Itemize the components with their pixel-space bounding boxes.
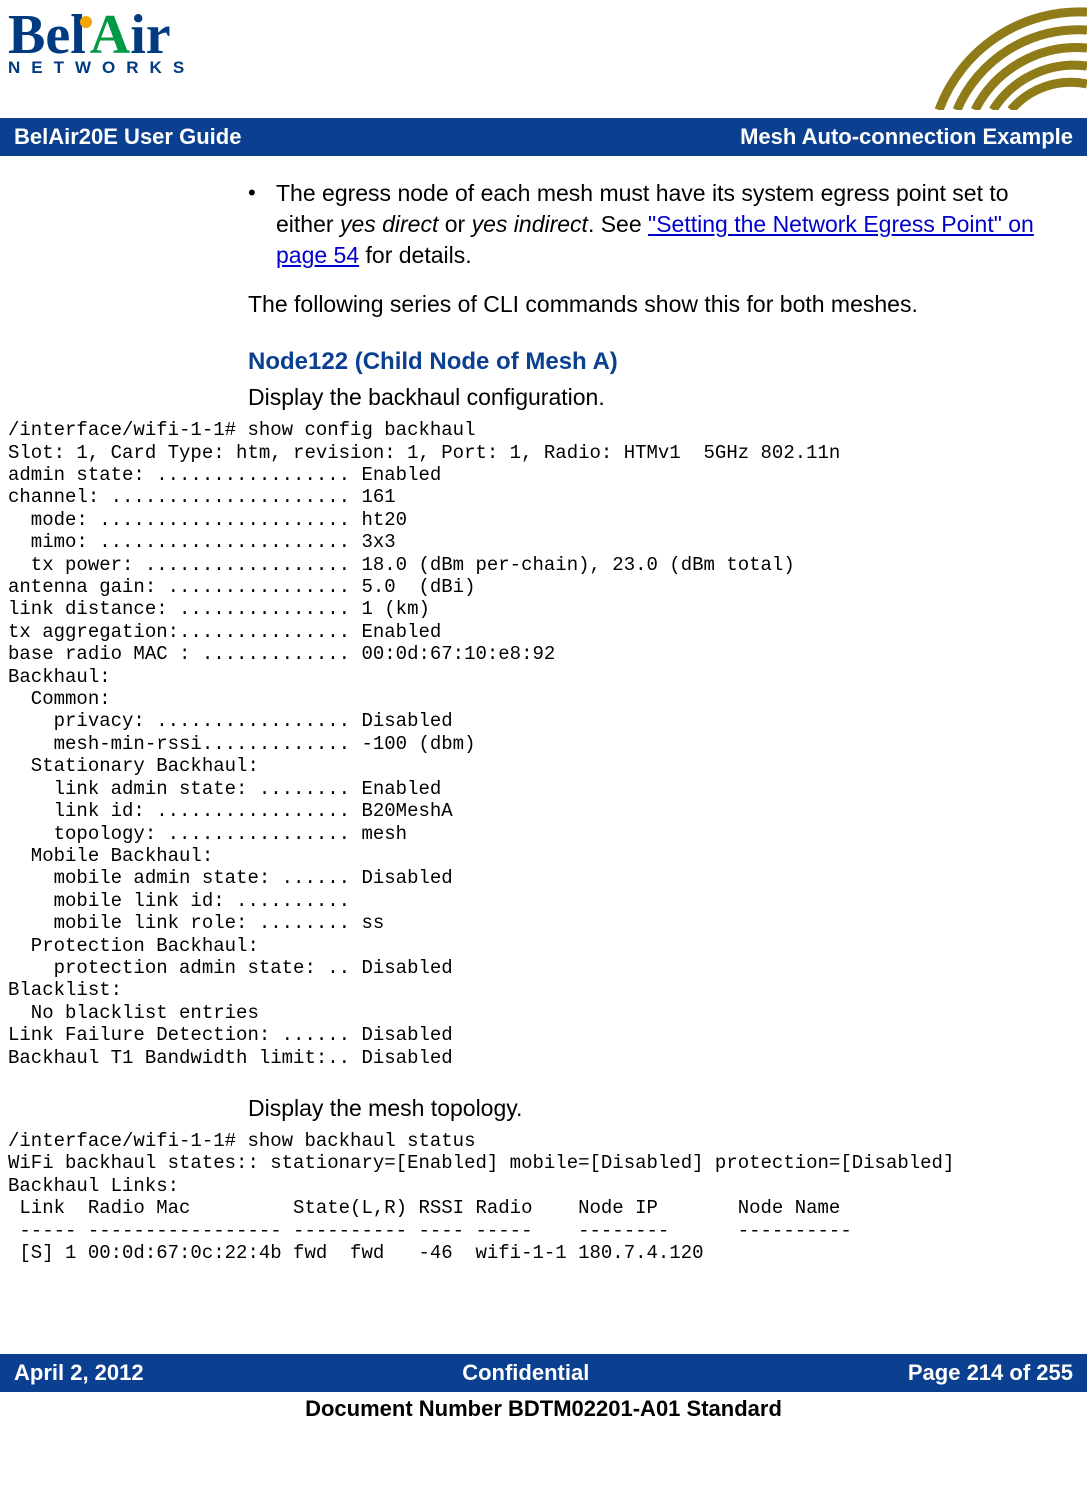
logo-bel: Bel: [8, 4, 86, 66]
guide-title: BelAir20E User Guide: [14, 124, 241, 150]
bullet-item: • The egress node of each mesh must have…: [248, 178, 1039, 271]
cli-output-backhaul-status: /interface/wifi-1-1# show backhaul statu…: [8, 1130, 1087, 1264]
company-logo: BelAir NETWORKS: [0, 0, 238, 78]
bullet-text-3: . See: [588, 211, 648, 237]
bullet-text-4: for details.: [359, 242, 472, 268]
footer-page: Page 214 of 255: [908, 1360, 1073, 1386]
node-heading: Node122 (Child Node of Mesh A): [248, 348, 1087, 376]
sub-paragraph-1: Display the backhaul configuration.: [248, 384, 1039, 411]
section-header-bar: BelAir20E User Guide Mesh Auto-connectio…: [0, 118, 1087, 156]
cli-output-backhaul-config: /interface/wifi-1-1# show config backhau…: [8, 419, 1087, 1069]
italic-yes-direct: yes direct: [340, 211, 438, 237]
document-number: Document Number BDTM02201-A01 Standard: [0, 1392, 1087, 1422]
bullet-marker: •: [248, 178, 258, 271]
bullet-text-2: or: [438, 211, 471, 237]
decorative-arc-icon: [927, 0, 1087, 110]
footer-bar: April 2, 2012 Confidential Page 214 of 2…: [0, 1354, 1087, 1392]
logo-ir: ir: [130, 4, 170, 66]
logo-a: A: [90, 4, 130, 66]
italic-yes-indirect: yes indirect: [472, 211, 588, 237]
logo-subtext: NETWORKS: [8, 58, 238, 78]
logo-row: BelAir NETWORKS: [0, 0, 1087, 110]
footer-confidential: Confidential: [462, 1360, 589, 1386]
section-title: Mesh Auto-connection Example: [740, 124, 1073, 150]
sub-paragraph-2: Display the mesh topology.: [248, 1095, 1039, 1122]
bullet-text: The egress node of each mesh must have i…: [276, 178, 1039, 271]
footer-date: April 2, 2012: [14, 1360, 144, 1386]
paragraph: The following series of CLI commands sho…: [248, 289, 1039, 320]
